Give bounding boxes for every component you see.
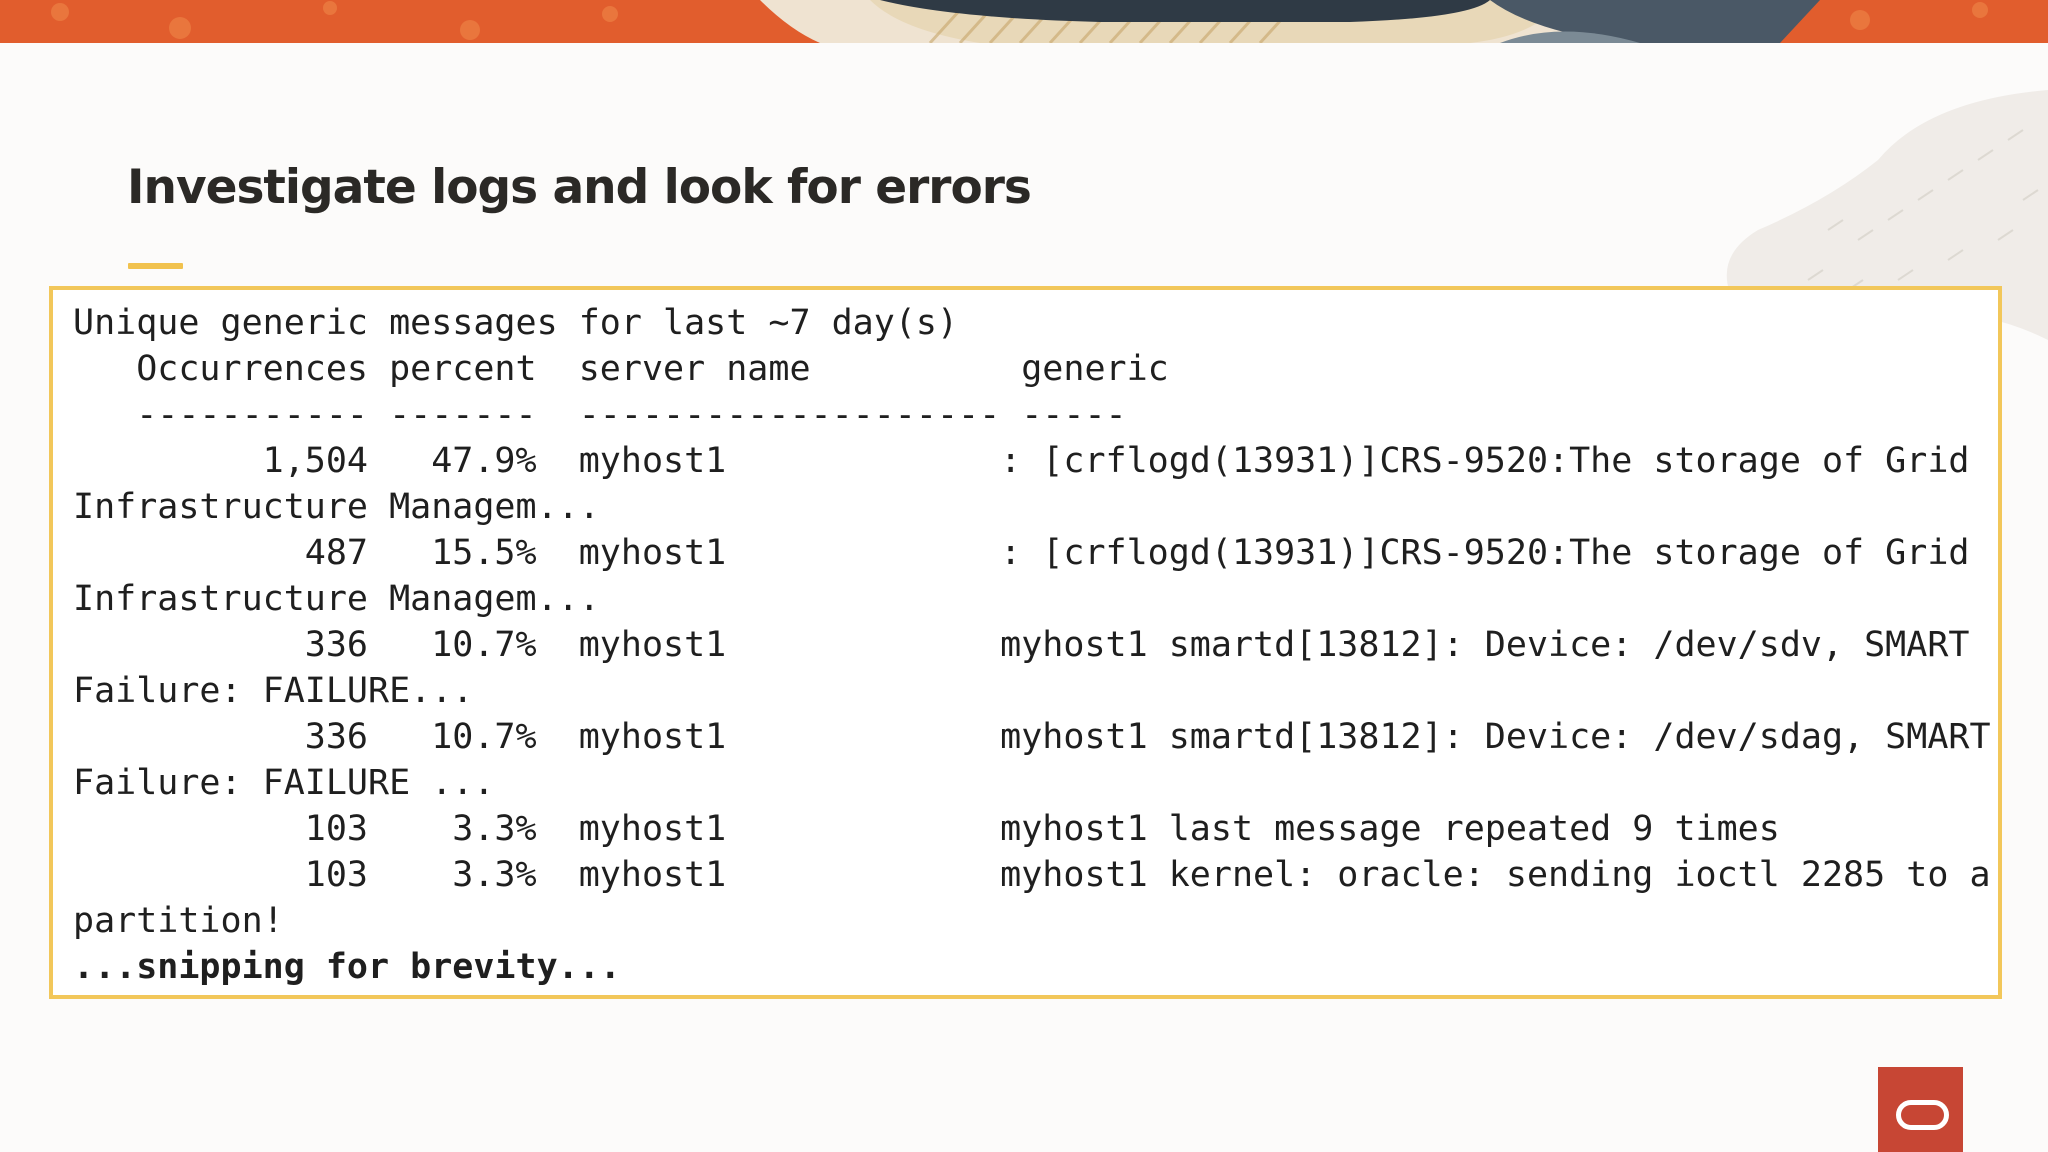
log-row-continuation: Failure: FAILURE... — [73, 671, 474, 711]
log-row-continuation: Failure: FAILURE ... — [73, 763, 495, 803]
log-column-separators: ----------- ------- --------------------… — [73, 395, 1127, 435]
log-row-continuation: Infrastructure Managem... — [73, 579, 600, 619]
log-row: 103 3.3% myhost1 myhost1 kernel: oracle:… — [73, 855, 1991, 895]
log-row: 336 10.7% myhost1 myhost1 smartd[13812]:… — [73, 625, 1970, 665]
log-column-headers: Occurrences percent server name generic — [73, 349, 1169, 389]
log-row: 336 10.7% myhost1 myhost1 smartd[13812]:… — [73, 717, 1991, 757]
log-snip-note: ...snipping for brevity... — [73, 947, 621, 987]
log-row: 487 15.5% myhost1 : [crflogd(13931)]CRS-… — [73, 533, 1970, 573]
log-row: 1,504 47.9% myhost1 : [crflogd(13931)]CR… — [73, 441, 1970, 481]
log-header-line: Unique generic messages for last ~7 day(… — [73, 303, 959, 343]
oracle-ring-shape — [1896, 1100, 1949, 1130]
log-output-text: Unique generic messages for last ~7 day(… — [73, 300, 1991, 990]
log-output-box: Unique generic messages for last ~7 day(… — [49, 286, 2002, 999]
log-row-continuation: partition! — [73, 901, 284, 941]
oracle-logo-icon — [1878, 1067, 1963, 1152]
slide-title: Investigate logs and look for errors — [127, 160, 1032, 215]
title-accent-underline — [128, 263, 183, 269]
top-decorative-banner — [0, 0, 2048, 43]
log-row-continuation: Infrastructure Managem... — [73, 487, 600, 527]
log-row: 103 3.3% myhost1 myhost1 last message re… — [73, 809, 1780, 849]
